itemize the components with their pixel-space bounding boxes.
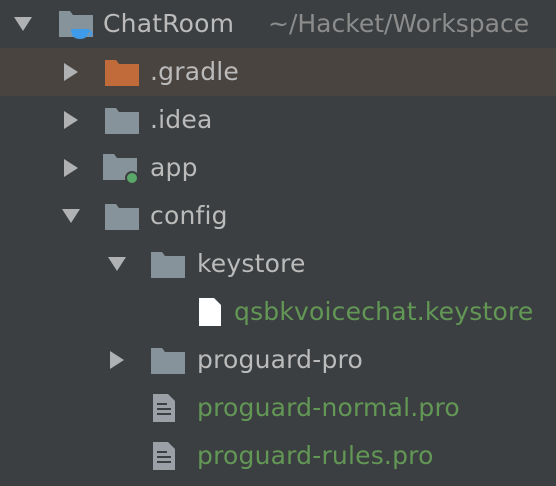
expand-arrow-right-icon[interactable] bbox=[58, 144, 84, 192]
folder-icon bbox=[102, 192, 142, 240]
folder-icon bbox=[148, 240, 188, 288]
tree-row-config[interactable]: config bbox=[0, 192, 556, 240]
expand-arrow-right-icon[interactable] bbox=[58, 48, 84, 96]
expand-arrow-right-icon[interactable] bbox=[104, 336, 130, 384]
folder-icon bbox=[148, 336, 188, 384]
project-folder-icon bbox=[56, 0, 96, 48]
tree-item-label: qsbkvoicechat.keystore bbox=[234, 297, 534, 326]
module-folder-icon bbox=[102, 144, 142, 192]
folder-icon bbox=[102, 96, 142, 144]
project-name: ChatRoom bbox=[103, 9, 235, 38]
tree-row-gradle[interactable]: .gradle bbox=[0, 48, 556, 96]
expand-arrow-down-icon[interactable] bbox=[10, 0, 36, 48]
tree-row-keystore[interactable]: keystore bbox=[0, 240, 556, 288]
tree-item-label: .idea bbox=[150, 105, 213, 134]
expand-arrow-down-icon[interactable] bbox=[58, 192, 84, 240]
tree-item-label: .gradle bbox=[150, 57, 240, 86]
tree-row-proguard-pro[interactable]: proguard-pro bbox=[0, 336, 556, 384]
tree-row-app[interactable]: app bbox=[0, 144, 556, 192]
tree-item-label: keystore bbox=[197, 249, 306, 278]
excluded-folder-icon bbox=[102, 48, 142, 96]
tree-item-label: proguard-pro bbox=[197, 345, 363, 374]
tree-item-label: proguard-rules.pro bbox=[197, 441, 434, 470]
tree-row-proguard-rules[interactable]: proguard-rules.pro bbox=[0, 432, 556, 480]
tree-row-keystore-file[interactable]: qsbkvoicechat.keystore bbox=[0, 288, 556, 336]
project-tree: ChatRoom ~/Hacket/Workspace .gradle .ide… bbox=[0, 0, 556, 486]
project-path: ~/Hacket/Workspace bbox=[268, 9, 530, 38]
expand-arrow-right-icon[interactable] bbox=[58, 96, 84, 144]
text-file-icon bbox=[144, 432, 184, 480]
file-icon bbox=[190, 288, 230, 336]
tree-item-label: config bbox=[150, 201, 228, 230]
expand-arrow-down-icon[interactable] bbox=[104, 240, 130, 288]
tree-row-chatroom[interactable]: ChatRoom ~/Hacket/Workspace bbox=[0, 0, 556, 48]
text-file-icon bbox=[144, 384, 184, 432]
tree-item-label: proguard-normal.pro bbox=[197, 393, 460, 422]
tree-item-label: app bbox=[150, 153, 198, 182]
tree-row-proguard-normal[interactable]: proguard-normal.pro bbox=[0, 384, 556, 432]
tree-row-idea[interactable]: .idea bbox=[0, 96, 556, 144]
